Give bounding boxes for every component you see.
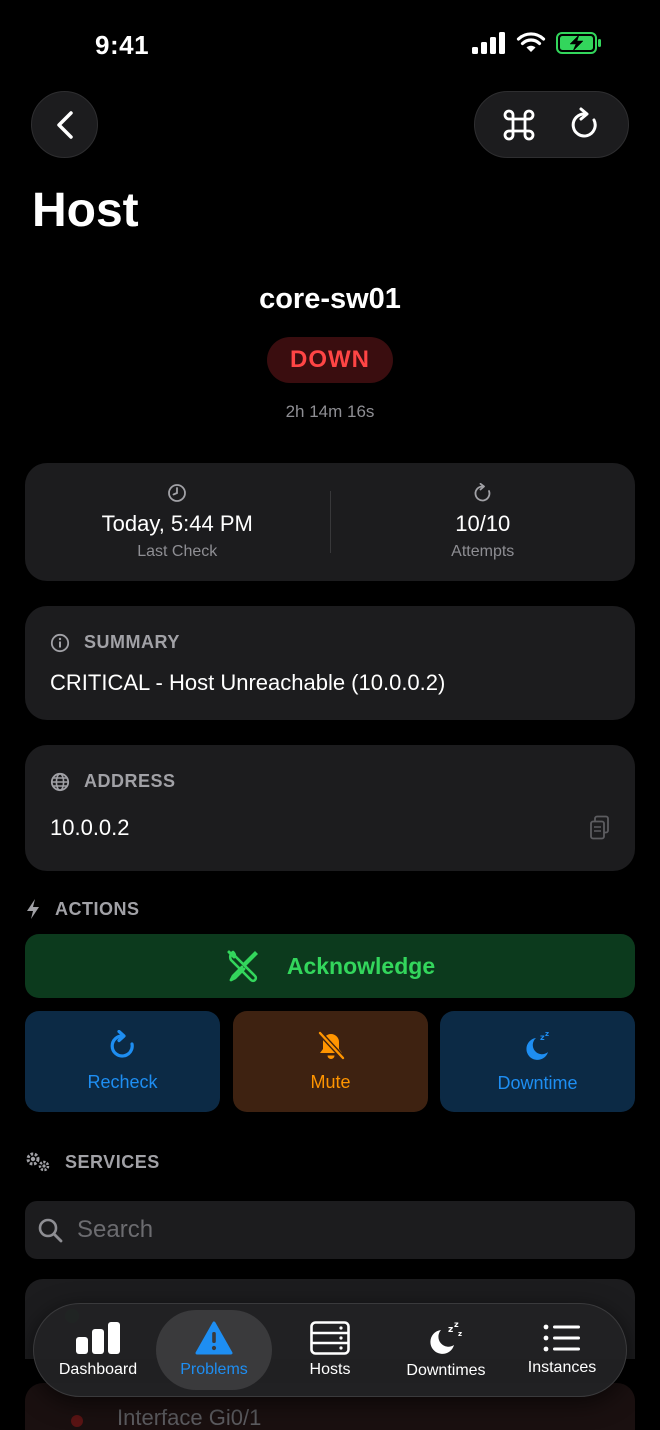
tab-label: Instances — [527, 1359, 597, 1376]
host-name: core-sw01 — [259, 283, 401, 315]
cellular-signal-icon — [472, 32, 505, 54]
address-card: ADDRESS 10.0.0.2 — [25, 745, 635, 871]
summary-header-label: SUMMARY — [84, 632, 180, 652]
service-name: Interface Gi0/1 — [117, 1405, 262, 1430]
actions-header-label: ACTIONS — [55, 898, 140, 919]
acknowledge-label: Acknowledge — [286, 952, 436, 979]
last-check-value: Today, 5:44 PM — [101, 511, 253, 536]
summary-text: CRITICAL - Host Unreachable (10.0.0.2) — [50, 670, 446, 695]
warning-icon — [195, 1321, 233, 1355]
services-header-label: SERVICES — [65, 1151, 160, 1172]
actions-section-header: ACTIONS — [25, 898, 140, 920]
tab-bar: Dashboard Problems Hosts z z z Downtimes — [33, 1303, 627, 1397]
bell-slash-icon — [317, 1030, 345, 1061]
status-bar: 9:41 — [0, 0, 660, 90]
copy-address-button[interactable] — [589, 815, 611, 846]
globe-icon — [50, 772, 70, 791]
tab-dashboard[interactable]: Dashboard — [40, 1310, 156, 1390]
svg-text:z: z — [545, 1030, 549, 1038]
retry-icon — [474, 483, 491, 502]
tab-label: Hosts — [309, 1361, 351, 1378]
refresh-icon — [571, 107, 597, 137]
search-input[interactable] — [77, 1216, 597, 1244]
tab-instances[interactable]: Instances — [504, 1310, 620, 1390]
last-check-label: Last Check — [137, 543, 218, 560]
status-icons — [472, 32, 602, 54]
moon-zzz-icon: z z z — [430, 1320, 462, 1354]
server-icon — [310, 1321, 350, 1355]
last-check-stat: Today, 5:44 PM Last Check — [25, 463, 330, 581]
moon-zzz-icon: z z — [525, 1030, 549, 1060]
tab-label: Downtimes — [406, 1362, 486, 1379]
gears-icon — [26, 1152, 50, 1172]
tab-downtimes[interactable]: z z z Downtimes — [388, 1310, 504, 1390]
toolbar-pill — [474, 91, 629, 158]
attempts-label: Attempts — [451, 543, 515, 560]
back-button[interactable] — [31, 91, 98, 158]
services-section-header: SERVICES — [25, 1151, 160, 1173]
wifi-icon — [516, 32, 546, 52]
battery-charging-icon — [556, 32, 601, 54]
recheck-button[interactable]: Recheck — [25, 1011, 220, 1112]
search-bar — [25, 1201, 635, 1259]
mute-button[interactable]: Mute — [233, 1011, 428, 1112]
page-title: Host — [32, 184, 139, 237]
tab-label: Problems — [180, 1361, 248, 1378]
service-status-dot — [71, 1415, 83, 1427]
chart-bar-icon — [76, 1322, 120, 1354]
command-button[interactable] — [501, 107, 537, 143]
recheck-icon — [110, 1030, 134, 1058]
clock-icon — [168, 484, 187, 502]
acknowledge-button[interactable]: Acknowledge — [25, 934, 635, 998]
check-stats-card: Today, 5:44 PM Last Check 10/10 Attempts — [25, 463, 635, 581]
bolt-icon — [27, 899, 39, 919]
refresh-button[interactable] — [568, 107, 602, 143]
recheck-label: Recheck — [87, 1072, 158, 1092]
search-icon — [38, 1218, 63, 1243]
svg-text:z: z — [454, 1320, 459, 1329]
attempts-value: 10/10 — [455, 511, 511, 536]
downtime-label: Downtime — [497, 1073, 578, 1093]
tab-problems[interactable]: Problems — [156, 1310, 272, 1390]
attempts-stat: 10/10 Attempts — [331, 463, 636, 581]
wrench-screwdriver-icon — [227, 950, 258, 983]
address-header-label: ADDRESS — [84, 771, 176, 791]
summary-header: SUMMARY — [50, 632, 180, 653]
address-header: ADDRESS — [50, 771, 176, 792]
svg-text:z: z — [448, 1325, 453, 1335]
mute-label: Mute — [310, 1072, 351, 1092]
info-icon — [50, 633, 70, 652]
address-value: 10.0.0.2 — [50, 815, 130, 840]
status-time: 9:41 — [95, 30, 150, 60]
chevron-left-icon — [56, 110, 73, 139]
summary-card: SUMMARY CRITICAL - Host Unreachable (10.… — [25, 606, 635, 720]
state-duration: 2h 14m 16s — [285, 402, 375, 421]
tab-hosts[interactable]: Hosts — [272, 1310, 388, 1390]
tab-label: Dashboard — [58, 1361, 138, 1378]
command-icon — [503, 109, 535, 140]
host-state-badge: DOWN — [267, 337, 393, 383]
list-icon — [543, 1324, 580, 1352]
svg-text:z: z — [458, 1330, 462, 1338]
downtime-button[interactable]: z z Downtime — [440, 1011, 635, 1112]
copy-icon — [590, 815, 609, 840]
